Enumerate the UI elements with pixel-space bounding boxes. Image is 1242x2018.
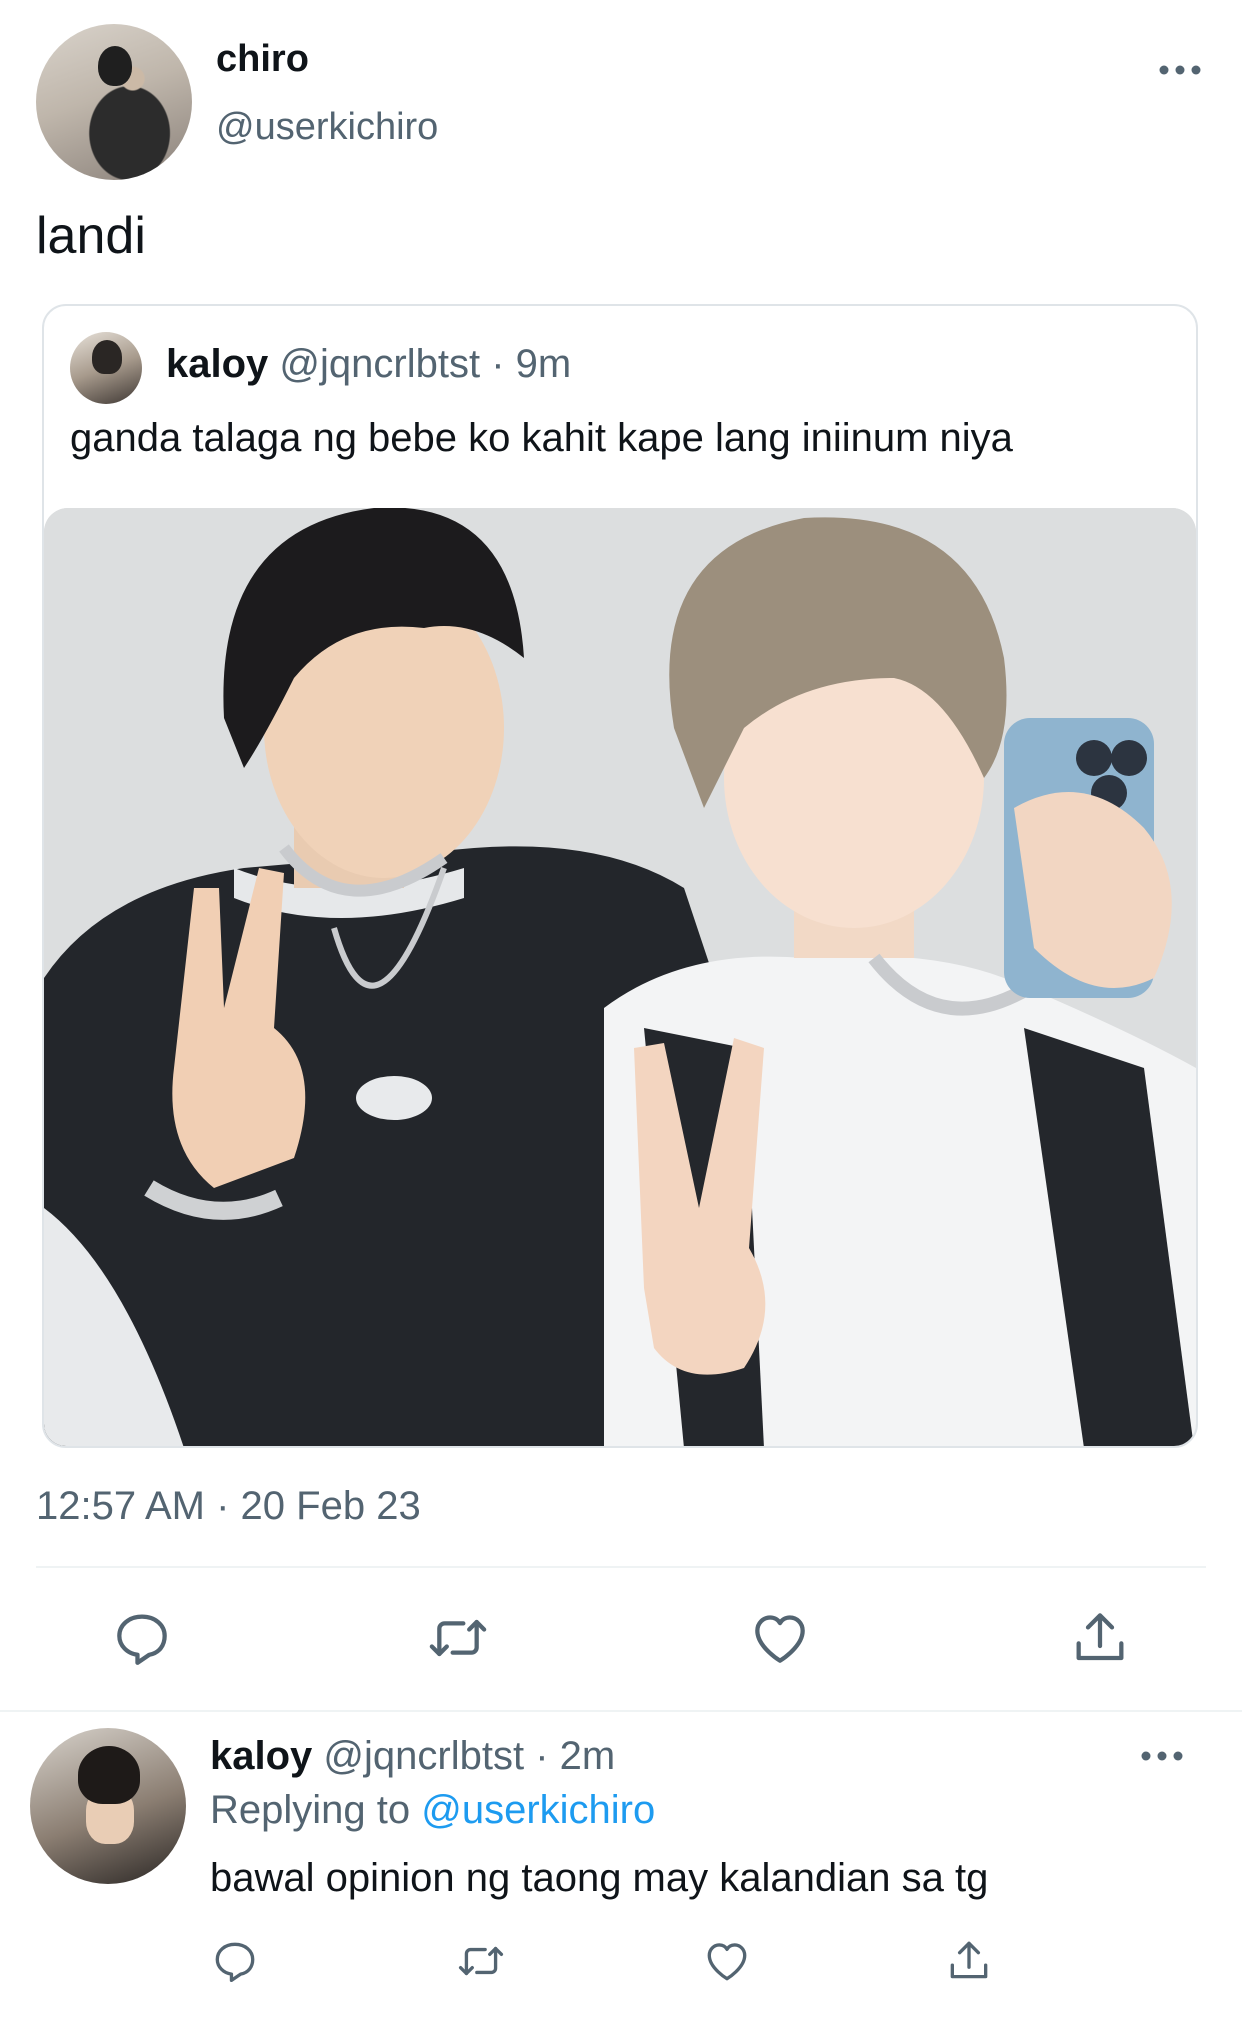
photo-illustration [44,508,1196,1446]
retweet-button[interactable] [456,1936,506,1986]
share-icon [950,1941,988,1979]
reply-icon [215,1942,255,1983]
share-icon [1076,1613,1124,1661]
quoted-author-name: kaloy [166,342,269,386]
share-button[interactable] [1068,1606,1132,1670]
separator-dot: · [524,1734,560,1778]
reply-author-avatar[interactable] [30,1728,186,1884]
more-icon[interactable] [1158,60,1202,80]
reply-button[interactable] [210,1936,260,1986]
divider [0,1710,1242,1712]
reply-header: kaloy @jqncrlbtst · 2m [210,1734,615,1779]
quoted-author-avatar [70,332,142,404]
quoted-author-handle: @jqncrlbtst [279,342,481,386]
replying-to-prefix: Replying to [210,1788,422,1832]
like-icon [707,1943,747,1981]
reply-time-ago: 2m [559,1734,616,1778]
like-button[interactable] [702,1936,752,1986]
tweet-timestamp: 12:57 AM · 20 Feb 23 [36,1484,421,1528]
quoted-tweet-header: kaloy @jqncrlbtst · 9m [166,342,571,387]
tweet-text: landi [36,207,146,265]
share-button[interactable] [944,1936,994,1986]
reply-icon [117,1614,167,1665]
reply-author-name[interactable]: kaloy [210,1734,312,1778]
like-button[interactable] [748,1606,812,1670]
quoted-tweet-card[interactable]: kaloy @jqncrlbtst · 9m ganda talaga ng b… [42,304,1198,1448]
author-display-name[interactable]: chiro [216,38,309,81]
reply-button[interactable] [110,1606,174,1670]
more-icon[interactable] [1140,1746,1184,1766]
quoted-time-ago: 9m [515,342,572,386]
author-avatar[interactable] [36,24,192,180]
reply-author-handle[interactable]: @jqncrlbtst [323,1734,524,1778]
retweet-icon [429,1619,487,1657]
retweet-icon [458,1946,504,1976]
retweet-button[interactable] [426,1606,490,1670]
separator-dot: · [480,342,516,386]
divider [36,1566,1206,1568]
like-icon [755,1615,805,1663]
quoted-tweet-photo[interactable] [44,508,1196,1446]
author-handle[interactable]: @userkichiro [216,106,438,149]
quoted-tweet-text: ganda talaga ng bebe ko kahit kape lang … [70,416,1013,460]
replying-to-handle-link[interactable]: @userkichiro [421,1788,655,1832]
replying-to: Replying to @userkichiro [210,1788,655,1833]
reply-text: bawal opinion ng taong may kalandian sa … [210,1856,989,1900]
